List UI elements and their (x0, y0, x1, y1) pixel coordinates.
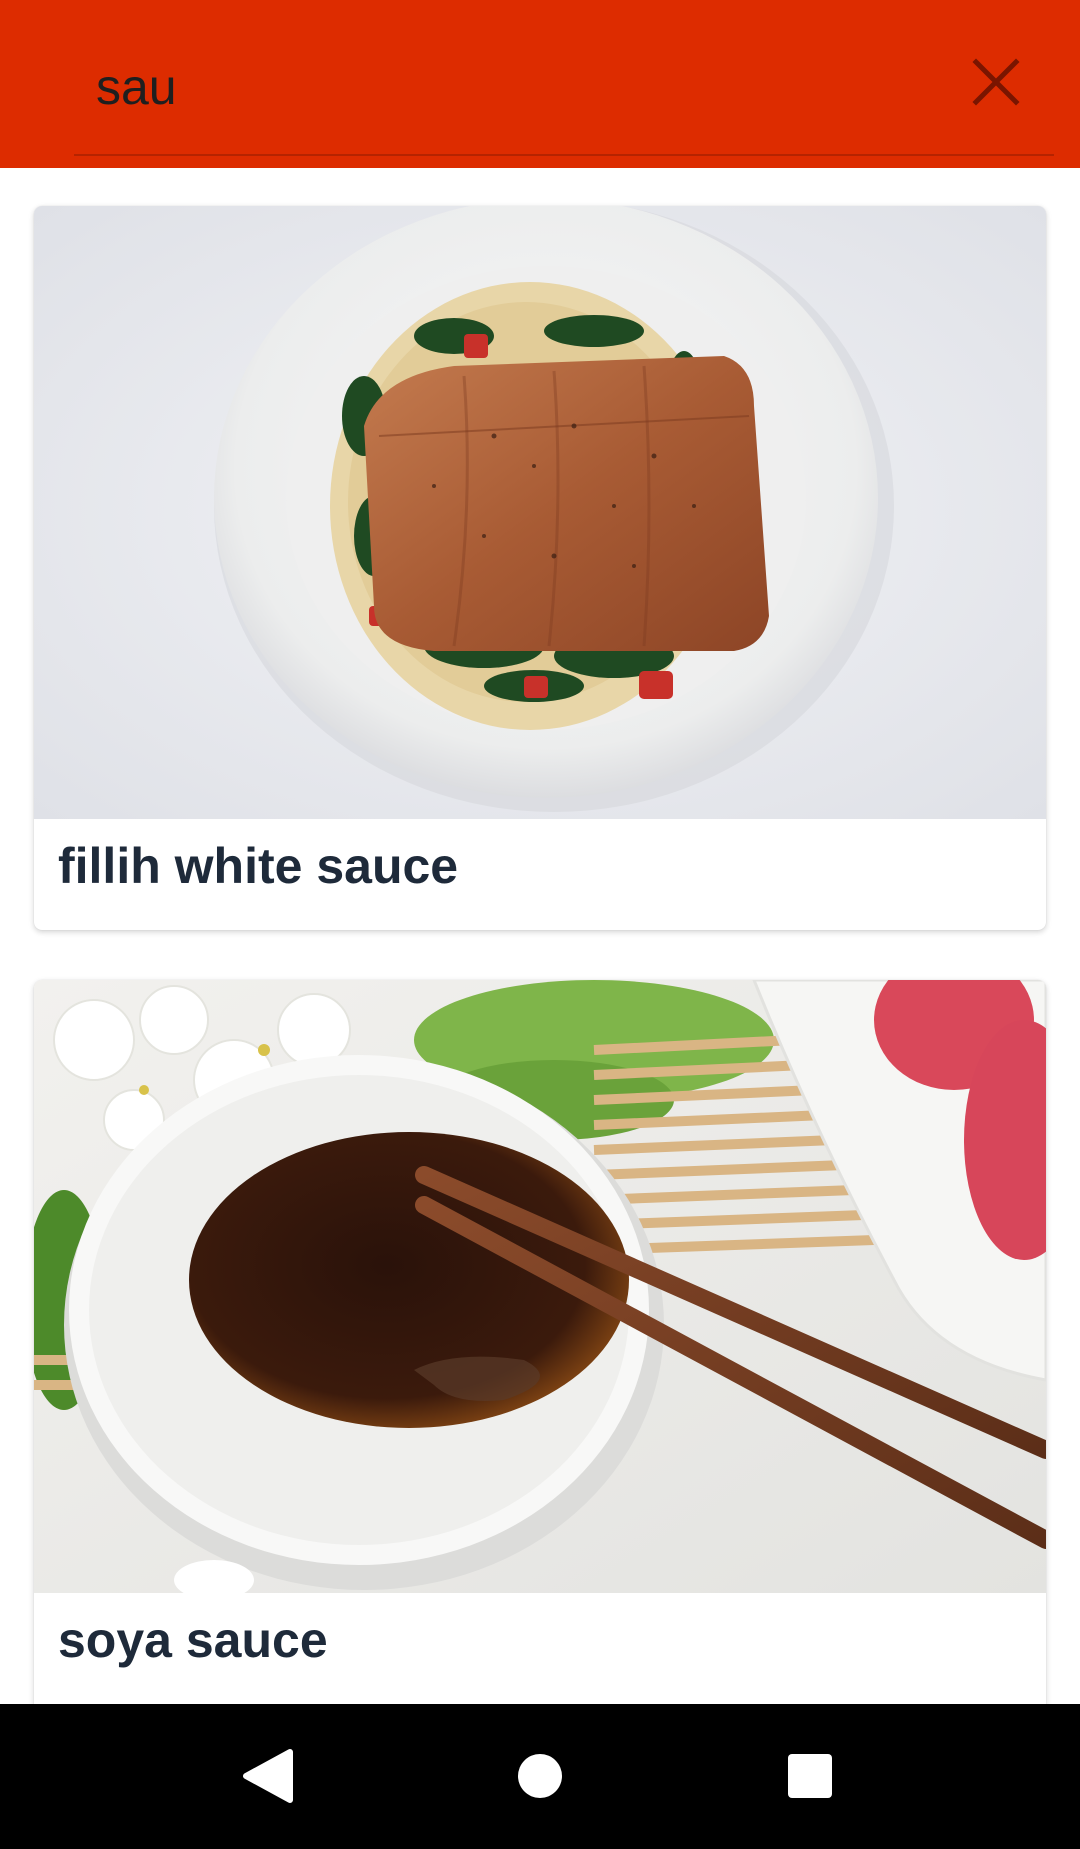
system-nav-bar (0, 1704, 1080, 1849)
close-icon (972, 58, 1020, 106)
search-screen: fillih white sauce (0, 0, 1080, 1849)
home-circle-icon (518, 1754, 562, 1798)
recipe-card[interactable]: soya sauce (34, 980, 1046, 1704)
recipe-image-salmon (34, 206, 1046, 819)
search-underline (74, 154, 1054, 156)
nav-home-button[interactable] (480, 1704, 600, 1849)
nav-back-button[interactable] (208, 1704, 328, 1849)
recipe-image-soy-sauce (34, 980, 1046, 1593)
recipe-title: fillih white sauce (58, 838, 459, 894)
recipe-title: soya sauce (58, 1612, 328, 1668)
nav-recents-button[interactable] (750, 1704, 870, 1849)
clear-search-button[interactable] (966, 52, 1026, 112)
recents-square-icon (788, 1754, 832, 1798)
back-triangle-icon (243, 1749, 293, 1803)
recipe-card[interactable]: fillih white sauce (34, 206, 1046, 930)
results-list: fillih white sauce soya sauce (0, 168, 1080, 1704)
search-bar (0, 0, 1080, 168)
search-input[interactable] (96, 52, 916, 122)
